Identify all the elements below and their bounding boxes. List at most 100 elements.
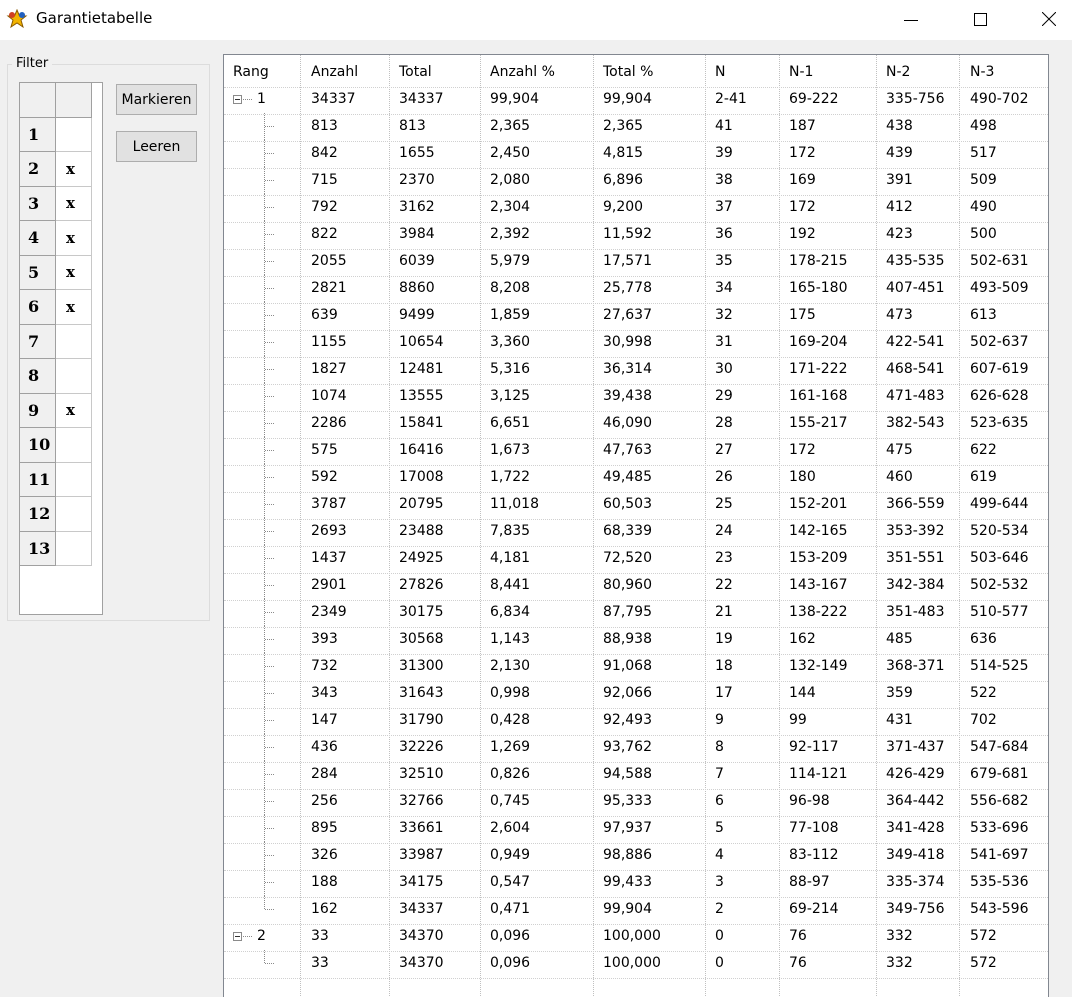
- table-row[interactable]: 284 32510 0,826 94,588 7 114-121 426-429 679-68…: [224, 761, 1048, 788]
- table-row[interactable]: 256 32766 0,745 95,333 6 96-98 364-442 556-682: [224, 788, 1048, 815]
- table-cell: 16416: [399, 442, 444, 458]
- column-header[interactable]: Total: [399, 59, 432, 86]
- table-cell: 332: [886, 928, 913, 944]
- filter-mark-cell[interactable]: x: [56, 393, 92, 428]
- filter-mark-cell[interactable]: x: [56, 221, 92, 256]
- table-row[interactable]: 639 9499 1,859 27,637 32 175 473 613: [224, 302, 1048, 329]
- table-cell: 510-577: [970, 604, 1029, 620]
- table-row[interactable]: 147 31790 0,428 92,493 9 99 431 702: [224, 707, 1048, 734]
- collapse-icon[interactable]: [233, 932, 242, 941]
- filter-row[interactable]: 3x: [20, 186, 102, 221]
- table-row[interactable]: 1074 13555 3,125 39,438 29 161-168 471-483 626-…: [224, 383, 1048, 410]
- vertical-scrollbar[interactable]: [1049, 54, 1072, 997]
- tree-connector: [265, 693, 274, 694]
- filter-row[interactable]: 10: [20, 428, 102, 463]
- table-row[interactable]: 188 34175 0,547 99,433 3 88-97 335-374 535-536: [224, 869, 1048, 896]
- table-row[interactable]: 2821 8860 8,208 25,778 34 165-180 407-451 493-5…: [224, 275, 1048, 302]
- column-header[interactable]: Rang: [233, 59, 269, 86]
- table-cell: 256: [311, 793, 338, 809]
- table-row[interactable]: 393 30568 1,143 88,938 19 162 485 636: [224, 626, 1048, 653]
- mark-button[interactable]: Markieren: [116, 84, 197, 115]
- filter-row[interactable]: 8: [20, 359, 102, 394]
- maximize-button[interactable]: [957, 0, 1003, 38]
- column-header[interactable]: Anzahl: [311, 59, 358, 86]
- table-row[interactable]: 813 813 2,365 2,365 41 187 438 498: [224, 113, 1048, 140]
- table-cell: 5,979: [490, 253, 531, 269]
- column-header[interactable]: Total %: [603, 59, 653, 86]
- filter-row[interactable]: 13: [20, 531, 102, 566]
- clear-button[interactable]: Leeren: [116, 131, 197, 162]
- filter-mark-cell[interactable]: [56, 324, 92, 359]
- table-row[interactable]: 1827 12481 5,316 36,314 30 171-222 468-541 607-…: [224, 356, 1048, 383]
- filter-mark-cell[interactable]: [56, 117, 92, 152]
- filter-row[interactable]: 11: [20, 462, 102, 497]
- table-row[interactable]: 732 31300 2,130 91,068 18 132-149 368-371 514-5…: [224, 653, 1048, 680]
- table-row[interactable]: 2349 30175 6,834 87,795 21 138-222 351-483 510-…: [224, 599, 1048, 626]
- table-cell: 3162: [399, 199, 435, 215]
- table-row[interactable]: 2693 23488 7,835 68,339 24 142-165 353-392 520-…: [224, 518, 1048, 545]
- table-cell: 792: [311, 199, 338, 215]
- collapse-icon[interactable]: [233, 95, 242, 104]
- table-cell: 1,269: [490, 739, 531, 755]
- column-header[interactable]: N-3: [970, 59, 994, 86]
- filter-mark-cell[interactable]: [56, 497, 92, 532]
- filter-mark-cell[interactable]: x: [56, 186, 92, 221]
- table-cell: 142-165: [789, 523, 848, 539]
- table-row[interactable]: 792 3162 2,304 9,200 37 172 412 490: [224, 194, 1048, 221]
- filter-mark-cell[interactable]: [56, 462, 92, 497]
- column-header[interactable]: N: [715, 59, 725, 86]
- filter-row[interactable]: 12: [20, 497, 102, 532]
- table-row[interactable]: 715 2370 2,080 6,896 38 169 391 509: [224, 167, 1048, 194]
- filter-row[interactable]: 4x: [20, 221, 102, 256]
- filter-row[interactable]: 1: [20, 117, 102, 152]
- filter-mark-cell[interactable]: [56, 531, 92, 566]
- table-row[interactable]: 162 34337 0,471 99,904 2 69-214 349-756 543-596: [224, 896, 1048, 923]
- filter-row[interactable]: 2x: [20, 152, 102, 187]
- table-row[interactable]: 575 16416 1,673 47,763 27 172 475 622: [224, 437, 1048, 464]
- table-row[interactable]: 1437 24925 4,181 72,520 23 153-209 351-551 503-…: [224, 545, 1048, 572]
- filter-row[interactable]: 7: [20, 324, 102, 359]
- filter-row[interactable]: 9x: [20, 393, 102, 428]
- table-row[interactable]: 822 3984 2,392 11,592 36 192 423 500: [224, 221, 1048, 248]
- table-cell: 17: [715, 685, 733, 701]
- table-cell: 535-536: [970, 874, 1029, 890]
- minimize-button[interactable]: [888, 0, 934, 38]
- table-row[interactable]: 1155 10654 3,360 30,998 31 169-204 422-541 502-…: [224, 329, 1048, 356]
- guarantee-table[interactable]: Rang Anzahl Total Anzahl % Total % N N-1 N-2 N-3…: [223, 54, 1049, 997]
- table-cell: 28: [715, 415, 733, 431]
- table-cell: 31643: [399, 685, 444, 701]
- filter-mark-cell[interactable]: x: [56, 290, 92, 325]
- column-header[interactable]: N-2: [886, 59, 910, 86]
- filter-mark-cell[interactable]: [56, 428, 92, 463]
- table-row[interactable]: 592 17008 1,722 49,485 26 180 460 619: [224, 464, 1048, 491]
- filter-mark-cell[interactable]: x: [56, 255, 92, 290]
- filter-row[interactable]: 5x: [20, 255, 102, 290]
- table-row[interactable]: 33 34370 0,096 100,000 0 76 332 572: [224, 950, 1048, 977]
- filter-mark-cell[interactable]: x: [56, 152, 92, 187]
- column-header[interactable]: N-1: [789, 59, 813, 86]
- close-button[interactable]: [1026, 0, 1072, 38]
- filter-row[interactable]: 6x: [20, 290, 102, 325]
- table-cell: 0,096: [490, 955, 531, 971]
- column-header[interactable]: Anzahl %: [490, 59, 555, 86]
- table-row[interactable]: 343 31643 0,998 92,066 17 144 359 522: [224, 680, 1048, 707]
- table-row[interactable]: 895 33661 2,604 97,937 5 77-108 341-428 533-696: [224, 815, 1048, 842]
- table-cell: 11,592: [603, 226, 652, 242]
- table-cell: 371-437: [886, 739, 945, 755]
- table-cell: 341-428: [886, 820, 945, 836]
- table-row[interactable]: 2901 27826 8,441 80,960 22 143-167 342-384 502-…: [224, 572, 1048, 599]
- table-cell: 25,778: [603, 280, 652, 296]
- filter-grid[interactable]: 1 2 x 3 x 4 x 5 x 6 x 7 8 9 x 10 11 12 13: [19, 82, 103, 615]
- table-group-row[interactable]: 1 34337 34337 99,904 99,904 2-41 69-222 335-756…: [224, 86, 1048, 113]
- table-row[interactable]: 326 33987 0,949 98,886 4 83-112 349-418 541-697: [224, 842, 1048, 869]
- table-row[interactable]: 2055 6039 5,979 17,571 35 178-215 435-535 502-6…: [224, 248, 1048, 275]
- filter-mark-cell[interactable]: [56, 359, 92, 394]
- table-cell: 33: [311, 928, 329, 944]
- table-row[interactable]: 436 32226 1,269 93,762 8 92-117 371-437 547-684: [224, 734, 1048, 761]
- table-row[interactable]: 3787 20795 11,018 60,503 25 152-201 366-559 499…: [224, 491, 1048, 518]
- table-cell: 91,068: [603, 658, 652, 674]
- table-row[interactable]: 842 1655 2,450 4,815 39 172 439 517: [224, 140, 1048, 167]
- table-cell: 533-696: [970, 820, 1029, 836]
- table-row[interactable]: 2286 15841 6,651 46,090 28 155-217 382-543 523-…: [224, 410, 1048, 437]
- table-group-row[interactable]: 2 33 34370 0,096 100,000 0 76 332 572: [224, 923, 1048, 950]
